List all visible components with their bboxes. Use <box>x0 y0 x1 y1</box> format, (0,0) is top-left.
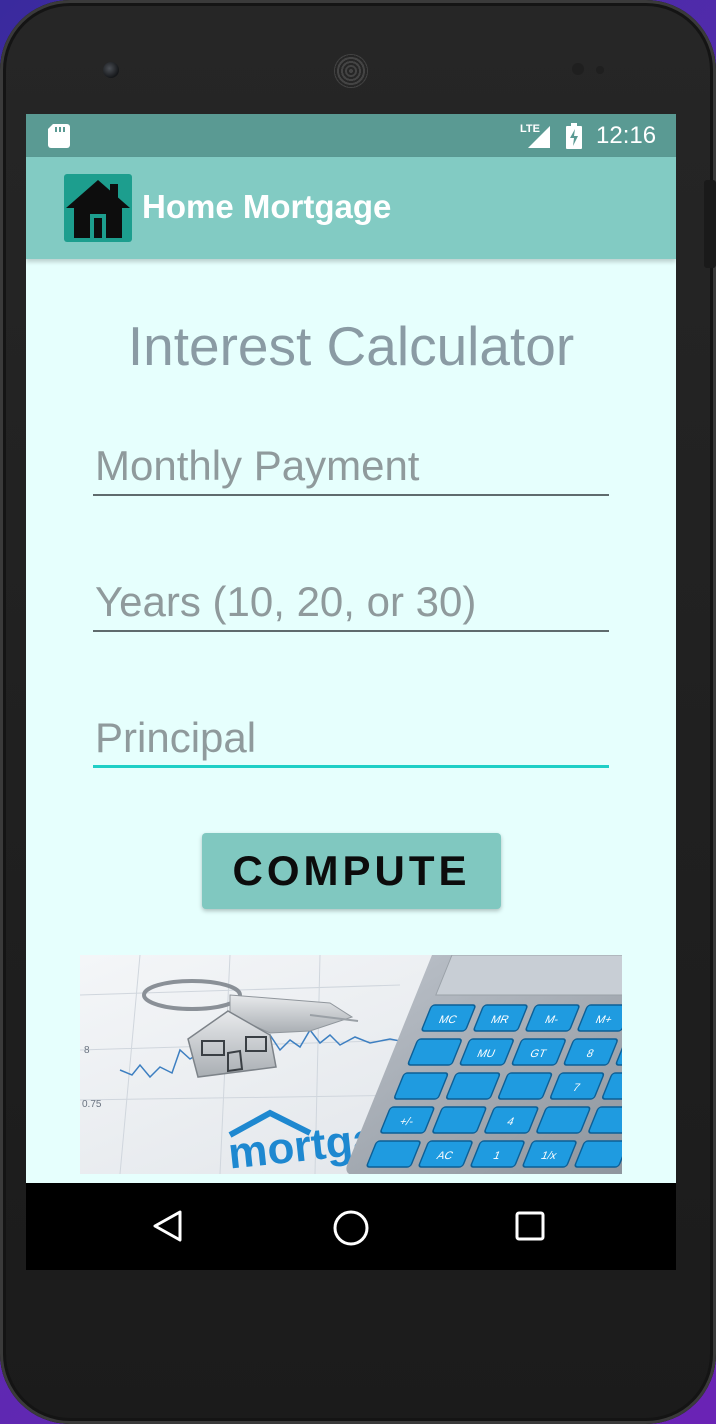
phone-frame: LTE 12:16 Home Mortgage Interest Calcula… <box>0 0 716 1424</box>
lte-signal-icon: LTE <box>520 123 550 148</box>
svg-text:0.75: 0.75 <box>82 1099 102 1110</box>
years-field <box>93 574 609 644</box>
screen: LTE 12:16 Home Mortgage Interest Calcula… <box>26 114 676 1270</box>
network-type-label: LTE <box>520 123 540 135</box>
back-icon[interactable] <box>151 1209 183 1243</box>
house-icon <box>64 174 132 242</box>
light-sensor <box>596 66 604 74</box>
svg-text:8: 8 <box>84 1045 90 1056</box>
mortgage-image: 8 0.75 mortgage MC MR M- M+ MU GT 8 7 4 … <box>80 955 622 1174</box>
recents-icon[interactable] <box>514 1210 546 1242</box>
earpiece-speaker <box>334 54 368 88</box>
years-input[interactable] <box>93 574 609 632</box>
principal-field <box>93 710 609 780</box>
battery-charging-icon <box>566 123 582 149</box>
principal-input[interactable] <box>93 710 609 768</box>
compute-button[interactable]: COMPUTE <box>202 833 501 909</box>
sd-card-icon <box>48 124 70 148</box>
proximity-sensor <box>572 63 584 75</box>
page-title: Interest Calculator <box>127 315 575 377</box>
status-clock: 12:16 <box>596 122 657 149</box>
app-title: Home Mortgage <box>142 188 392 225</box>
navigation-bar <box>26 1183 676 1270</box>
status-bar: LTE 12:16 <box>26 114 676 157</box>
monthly-payment-field <box>93 438 609 508</box>
monthly-payment-input[interactable] <box>93 438 609 496</box>
home-icon[interactable] <box>332 1209 370 1247</box>
app-bar: Home Mortgage <box>26 157 676 259</box>
volume-button <box>704 180 716 268</box>
front-camera <box>103 62 119 78</box>
mortgage-illustration: 8 0.75 mortgage MC MR M- M+ MU GT 8 7 4 … <box>80 955 622 1174</box>
